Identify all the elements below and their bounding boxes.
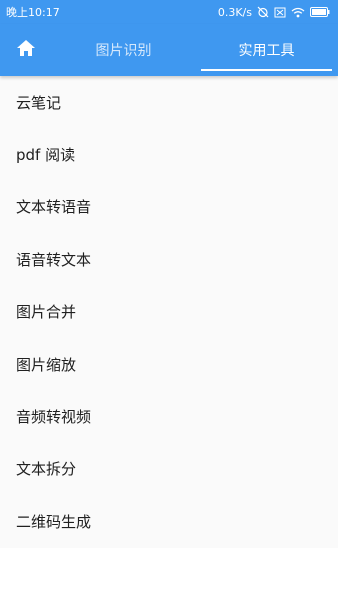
list-item-cloud-notes[interactable]: 云笔记	[0, 76, 338, 129]
list-item-image-merge[interactable]: 图片合并	[0, 285, 338, 338]
list-item-text-split[interactable]: 文本拆分	[0, 442, 338, 496]
list-item-qrcode-generator[interactable]: 二维码生成	[0, 495, 338, 548]
sim-off-icon	[274, 7, 286, 18]
network-speed: 0.3K/s	[217, 5, 252, 19]
tab-utilities[interactable]: 实用工具	[195, 24, 338, 76]
app-bar: 图片识别 实用工具	[0, 24, 338, 76]
list-item-speech-to-text[interactable]: 语音转文本	[0, 233, 338, 286]
list-item-audio-to-video[interactable]: 音频转视频	[0, 390, 338, 443]
alarm-off-icon	[257, 6, 269, 18]
battery-icon	[310, 7, 330, 17]
status-time: 晚上10:17	[6, 6, 60, 19]
list-item-image-resize[interactable]: 图片缩放	[0, 337, 338, 391]
list-item-pdf-reader[interactable]: pdf 阅读	[0, 128, 338, 181]
list-empty-area	[0, 547, 338, 600]
status-icons: 0.3K/s	[218, 6, 330, 19]
home-icon	[16, 39, 36, 61]
status-bar: 晚上10:17 0.3K/s	[0, 0, 338, 24]
tool-list: 云笔记 pdf 阅读 文本转语音 语音转文本 图片合并 图片缩放 音频转视频 文…	[0, 76, 338, 600]
wifi-icon	[291, 7, 305, 18]
home-button[interactable]	[0, 24, 52, 76]
list-item-text-to-speech[interactable]: 文本转语音	[0, 180, 338, 234]
tab-image-recognition[interactable]: 图片识别	[52, 24, 195, 76]
